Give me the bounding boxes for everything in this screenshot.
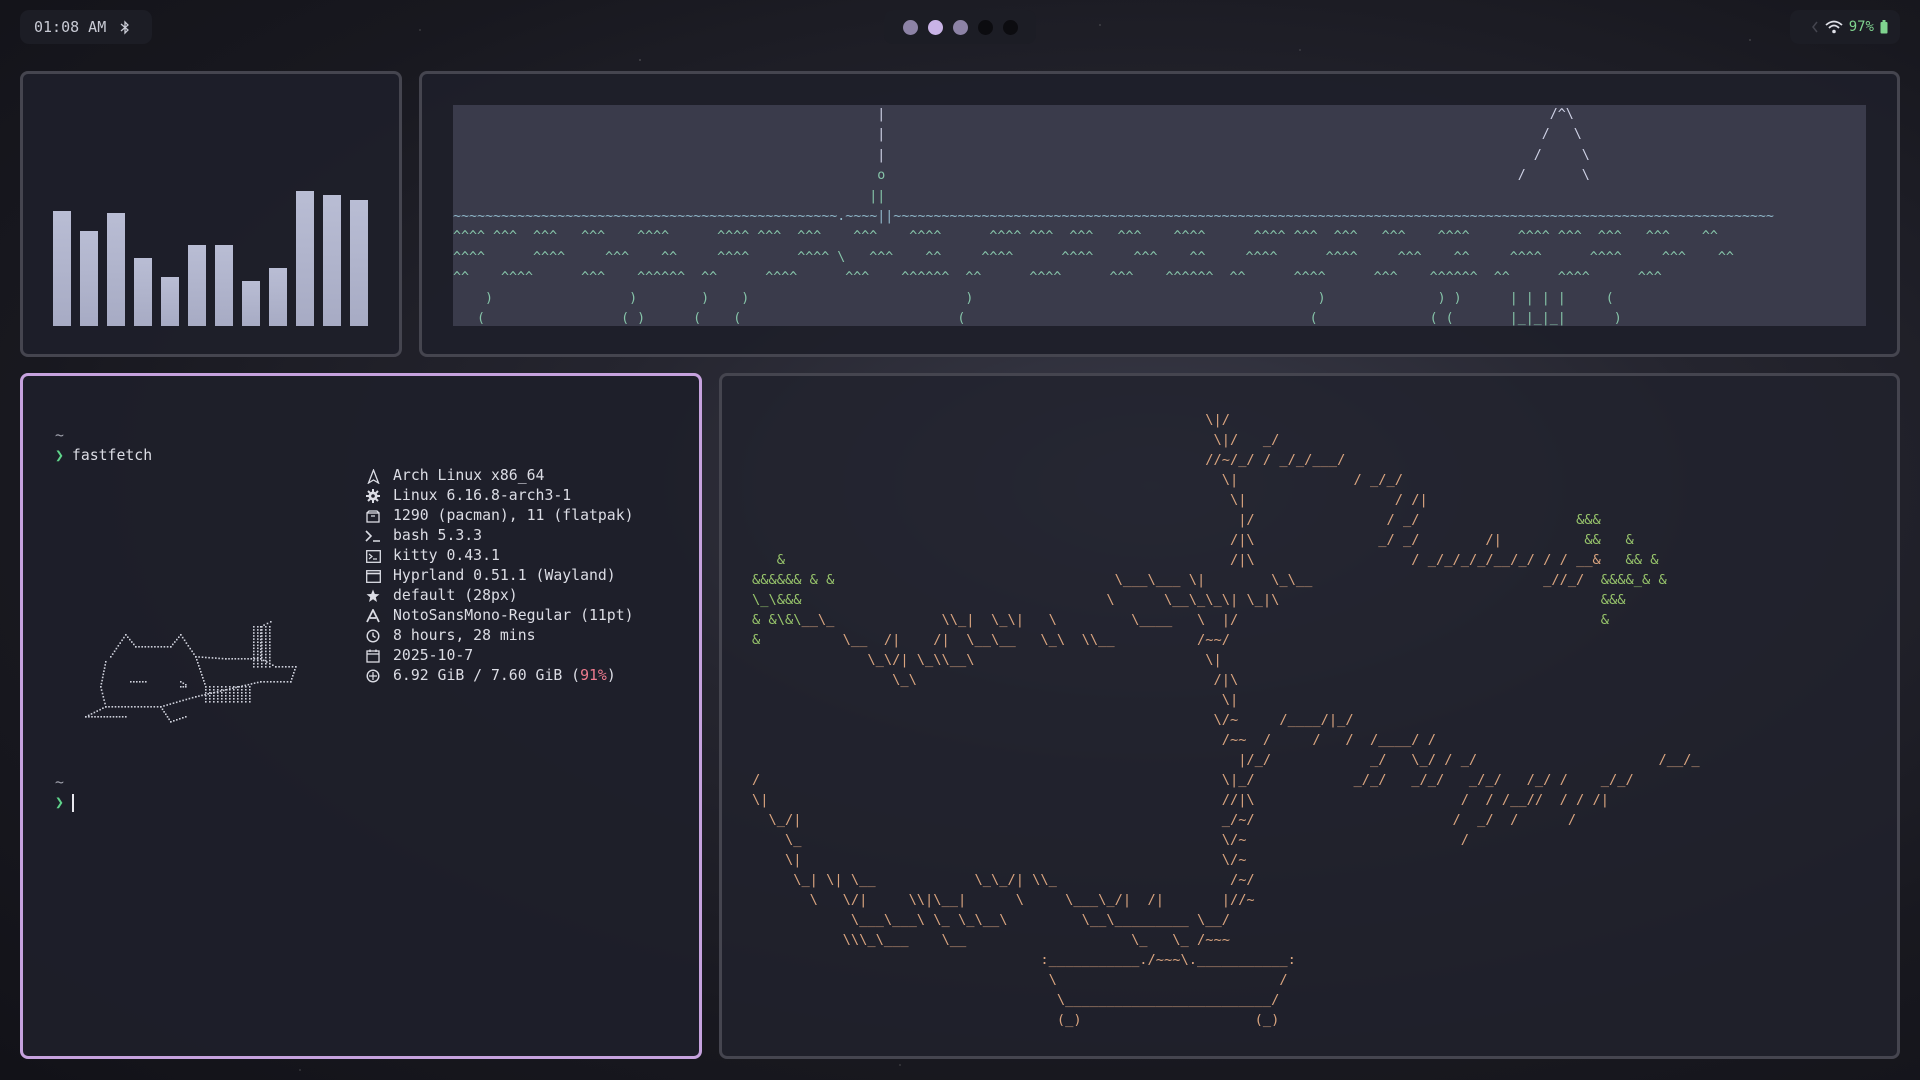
visualizer-bar (296, 191, 314, 326)
clock-text: 01:08 AM (34, 18, 107, 36)
system-info-row: default (28px) (365, 586, 634, 606)
package-icon (365, 508, 381, 524)
system-info-text: Linux 6.16.8-arch3-1 (393, 487, 572, 504)
terminal-icon (365, 548, 381, 564)
linux-icon (365, 468, 381, 484)
visualizer-bar (242, 281, 260, 326)
system-info-text: kitty 0.43.1 (393, 547, 500, 564)
command-text: fastfetch (71, 447, 153, 464)
gear-icon (365, 488, 381, 504)
system-info-text: NotoSansMono-Regular (11pt) (393, 607, 634, 624)
system-info-row: Arch Linux x86_64 (365, 466, 634, 486)
system-info-row: 1290 (pacman), 11 (flatpak) (365, 506, 634, 526)
workspace-switcher (884, 10, 1036, 44)
prompt-symbol: ❯ (55, 447, 64, 464)
system-info-text: Hyprland 0.51.1 (Wayland) (393, 567, 616, 584)
system-info-row: NotoSansMono-Regular (11pt) (365, 606, 634, 626)
shell-icon (365, 528, 381, 544)
system-info-row: Linux 6.16.8-arch3-1 (365, 486, 634, 506)
visualizer-bar (161, 277, 179, 326)
battery-percent: 97% (1848, 19, 1874, 35)
system-info-row: 2025-10-7 (365, 646, 634, 666)
wifi-icon[interactable] (1825, 20, 1843, 34)
workspace-4[interactable] (977, 19, 993, 35)
visualizer-bar (80, 231, 98, 326)
ascii-art-panel: \|/ \|/ _/ //~/_/ / _/_/___/ \| / _/_/ \… (719, 373, 1900, 1059)
ascii-landscape-art: \|/ \|/ _/ //~/_/ / _/_/___/ \| / _/_/ \… (752, 412, 1700, 1028)
font-icon (365, 608, 381, 624)
visualizer-bar (107, 213, 125, 326)
system-info-text: default (28px) (393, 587, 518, 604)
system-info-text: bash 5.3.3 (393, 527, 483, 544)
system-info-row: bash 5.3.3 (365, 526, 634, 546)
system-info-row: kitty 0.43.1 (365, 546, 634, 566)
clock-icon (365, 628, 381, 644)
star-icon (365, 588, 381, 604)
workspace-1[interactable] (902, 19, 918, 35)
cat-logo-icon (85, 621, 297, 723)
cwd-label-2: ~ (55, 774, 64, 791)
system-info-row: Hyprland 0.51.1 (Wayland) (365, 566, 634, 586)
visualizer-bar (215, 245, 233, 326)
terminal-output[interactable]: ~ ❯ fastfetch Arch Linux x86_64 Linux 6.16… (55, 426, 679, 1036)
memory-icon (365, 668, 381, 684)
system-info-text: 8 hours, 28 mins (393, 627, 536, 644)
visualizer-bar (269, 268, 287, 326)
terminal-window[interactable]: ~ ❯ fastfetch Arch Linux x86_64 Linux 6.16… (20, 373, 702, 1059)
workspace-5[interactable] (1002, 19, 1018, 35)
system-info-row: 8 hours, 28 mins (365, 626, 634, 646)
text-cursor (71, 794, 74, 812)
system-info-list: Arch Linux x86_64 Linux 6.16.8-arch3-1 129… (365, 466, 634, 686)
visualizer-bar (53, 211, 71, 326)
memory-info-row: 6.92 GiB / 7.60 GiB (91%) (365, 666, 634, 686)
memory-text: 6.92 GiB / 7.60 GiB (91%) (393, 666, 616, 686)
memory-percent: 91% (580, 667, 607, 684)
visualizer-bar (188, 245, 206, 326)
calendar-icon (365, 648, 381, 664)
battery-icon[interactable] (1880, 20, 1888, 34)
status-tray: 97% (1790, 10, 1900, 44)
visualizer-bar (134, 258, 152, 326)
chevron-left-icon[interactable] (1811, 21, 1819, 33)
clock-widget[interactable]: 01:08 AM (20, 10, 152, 44)
visualizer-bar (350, 200, 368, 326)
audio-visualizer-panel (20, 71, 402, 357)
visualizer-bar (323, 195, 341, 326)
workspace-3[interactable] (952, 19, 968, 35)
system-info-text: 2025-10-7 (393, 647, 474, 664)
workspace-2[interactable] (927, 19, 943, 35)
aquarium-art: | /^\ | / \ | / \ o / \ || ~~~~~~~~~~~~~… (453, 107, 1774, 326)
visualizer-bars (53, 166, 373, 326)
system-info-text: Arch Linux x86_64 (393, 467, 545, 484)
aquarium-view: | /^\ | / \ | / \ o / \ || ~~~~~~~~~~~~~… (453, 105, 1866, 326)
aquarium-panel: | /^\ | / \ | / \ o / \ || ~~~~~~~~~~~~~… (419, 71, 1900, 357)
system-info-text: 1290 (pacman), 11 (flatpak) (393, 507, 634, 524)
memory-close-paren: ) (606, 667, 616, 684)
prompt-symbol-2: ❯ (55, 794, 64, 811)
window-icon (365, 568, 381, 584)
memory-usage: 6.92 GiB / 7.60 GiB ( (393, 667, 581, 684)
bluetooth-icon[interactable] (120, 19, 130, 35)
cwd-label: ~ (55, 427, 64, 444)
